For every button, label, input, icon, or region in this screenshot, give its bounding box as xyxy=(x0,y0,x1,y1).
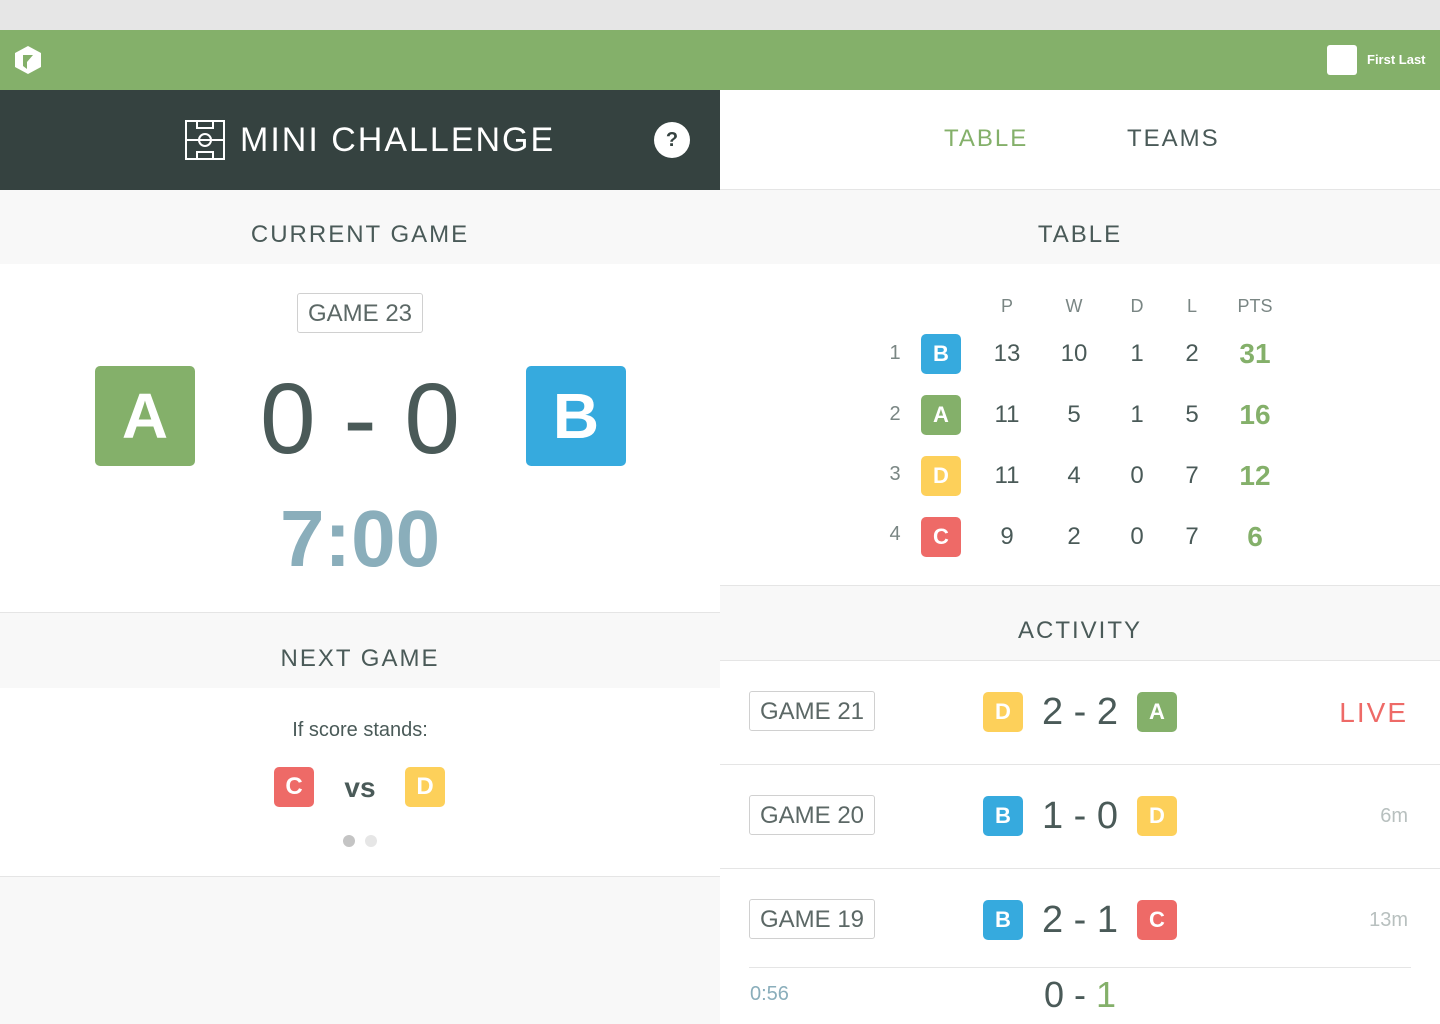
activity-time-ago: 6m xyxy=(1380,805,1408,827)
activity-item-expanded[interactable]: GAME 19 B 2 - 1 C 13m 0:56 0 - 1 xyxy=(720,869,1440,1024)
goal-event-away-goals: 1 xyxy=(1096,974,1117,1015)
tab-bar: TABLE TEAMS xyxy=(720,90,1440,190)
cell-played: 13 xyxy=(993,340,1021,367)
activity-home-badge[interactable]: B xyxy=(983,900,1023,940)
current-score: 0 - 0 xyxy=(259,363,461,475)
pager-dot-active[interactable] xyxy=(343,835,355,847)
pager-dot[interactable] xyxy=(365,835,377,847)
browser-chrome-bar xyxy=(0,0,1440,30)
current-game-panel: GAME 23 A 0 - 0 B 7:00 xyxy=(0,264,720,613)
goal-event-separator: - xyxy=(1074,974,1086,1015)
cell-points: 12 xyxy=(1239,460,1271,491)
cell-lost: 7 xyxy=(1185,462,1199,489)
live-status-badge: LIVE xyxy=(1339,697,1408,728)
column-header-pts: PTS xyxy=(1237,296,1273,316)
activity-home-badge[interactable]: B xyxy=(983,796,1023,836)
activity-game-label: GAME 20 xyxy=(749,795,875,835)
column-header-l: L xyxy=(1186,296,1197,316)
row-rank: 1 xyxy=(889,342,901,364)
cell-won: 4 xyxy=(1067,462,1081,489)
page-title: MINI CHALLENGE xyxy=(240,121,556,159)
row-rank: 2 xyxy=(889,403,901,425)
cell-drawn: 1 xyxy=(1130,340,1144,367)
cell-points: 16 xyxy=(1239,399,1271,430)
game-timer: 7:00 xyxy=(279,494,441,583)
next-team-2-badge[interactable]: D xyxy=(405,767,445,807)
cell-lost: 7 xyxy=(1185,523,1199,550)
cell-played: 11 xyxy=(994,462,1020,489)
cell-played: 11 xyxy=(994,401,1020,428)
cell-drawn: 0 xyxy=(1130,462,1144,489)
goal-event-time: 0:56 xyxy=(750,983,789,1005)
top-nav-bar: First Last xyxy=(0,30,1440,90)
team-badge[interactable]: C xyxy=(921,517,961,557)
cell-played: 9 xyxy=(1000,523,1014,550)
team-badge[interactable]: D xyxy=(921,456,961,496)
cell-points: 6 xyxy=(1247,521,1263,552)
current-game-heading: CURRENT GAME xyxy=(0,190,720,265)
football-field-icon xyxy=(185,120,225,160)
activity-item[interactable]: GAME 20 B 1 - 0 D 6m xyxy=(720,765,1440,869)
team-badge[interactable]: A xyxy=(921,395,961,435)
current-game-label: GAME 23 xyxy=(297,293,423,333)
divider xyxy=(749,967,1411,968)
cell-lost: 5 xyxy=(1185,401,1199,428)
tab-teams[interactable]: TEAMS xyxy=(1127,124,1220,154)
cell-points: 31 xyxy=(1239,338,1271,369)
activity-game-label: GAME 19 xyxy=(749,899,875,939)
cell-drawn: 1 xyxy=(1130,401,1144,428)
activity-away-badge[interactable]: D xyxy=(1137,796,1177,836)
next-team-1-badge[interactable]: C xyxy=(274,767,314,807)
home-team-badge[interactable]: A xyxy=(95,366,195,466)
cell-lost: 2 xyxy=(1185,340,1199,367)
app-title-bar: MINI CHALLENGE ? xyxy=(0,90,720,190)
cell-won: 10 xyxy=(1060,340,1088,367)
activity-away-badge[interactable]: A xyxy=(1137,692,1177,732)
cell-won: 5 xyxy=(1067,401,1081,428)
team-badge[interactable]: B xyxy=(921,334,961,374)
next-game-caption: If score stands: xyxy=(292,719,428,741)
activity-home-badge[interactable]: D xyxy=(983,692,1023,732)
activity-item[interactable]: GAME 21 D 2 - 2 A LIVE xyxy=(720,661,1440,765)
cell-won: 2 xyxy=(1067,523,1081,550)
right-pane: TABLE TEAMS TABLE P W D L PTS 1 B 13 10 … xyxy=(720,90,1440,1024)
cell-drawn: 0 xyxy=(1130,523,1144,550)
activity-score: 1 - 0 xyxy=(1041,795,1119,837)
next-game-heading: NEXT GAME xyxy=(0,614,720,689)
activity-heading: ACTIVITY xyxy=(720,586,1440,661)
column-header-w: W xyxy=(1065,296,1083,316)
tab-table[interactable]: TABLE xyxy=(944,124,1028,154)
vs-label: vs xyxy=(344,772,376,803)
activity-score: 2 - 1 xyxy=(1041,899,1119,941)
row-rank: 3 xyxy=(889,463,901,485)
activity-time-ago: 13m xyxy=(1369,909,1408,931)
column-header-p: P xyxy=(1000,296,1013,316)
table-heading: TABLE xyxy=(720,190,1440,265)
column-header-d: D xyxy=(1130,296,1144,316)
row-rank: 4 xyxy=(889,523,901,545)
activity-away-badge[interactable]: C xyxy=(1137,900,1177,940)
avatar[interactable] xyxy=(1327,45,1357,75)
goal-event-score: 0 - 1 xyxy=(1030,975,1130,1015)
away-team-badge[interactable]: B xyxy=(526,366,626,466)
next-game-panel: If score stands: C vs D xyxy=(0,688,720,877)
username[interactable]: First Last xyxy=(1367,52,1426,68)
goal-event-home-goals: 0 xyxy=(1043,974,1064,1015)
activity-game-label: GAME 21 xyxy=(749,691,875,731)
app-logo-icon[interactable] xyxy=(14,45,42,75)
league-table: P W D L PTS 1 B 13 10 1 2 31 2 A 11 5 1 … xyxy=(720,264,1440,586)
left-pane: MINI CHALLENGE ? CURRENT GAME GAME 23 A … xyxy=(0,90,720,1024)
help-button[interactable]: ? xyxy=(654,122,690,158)
activity-score: 2 - 2 xyxy=(1041,691,1119,733)
